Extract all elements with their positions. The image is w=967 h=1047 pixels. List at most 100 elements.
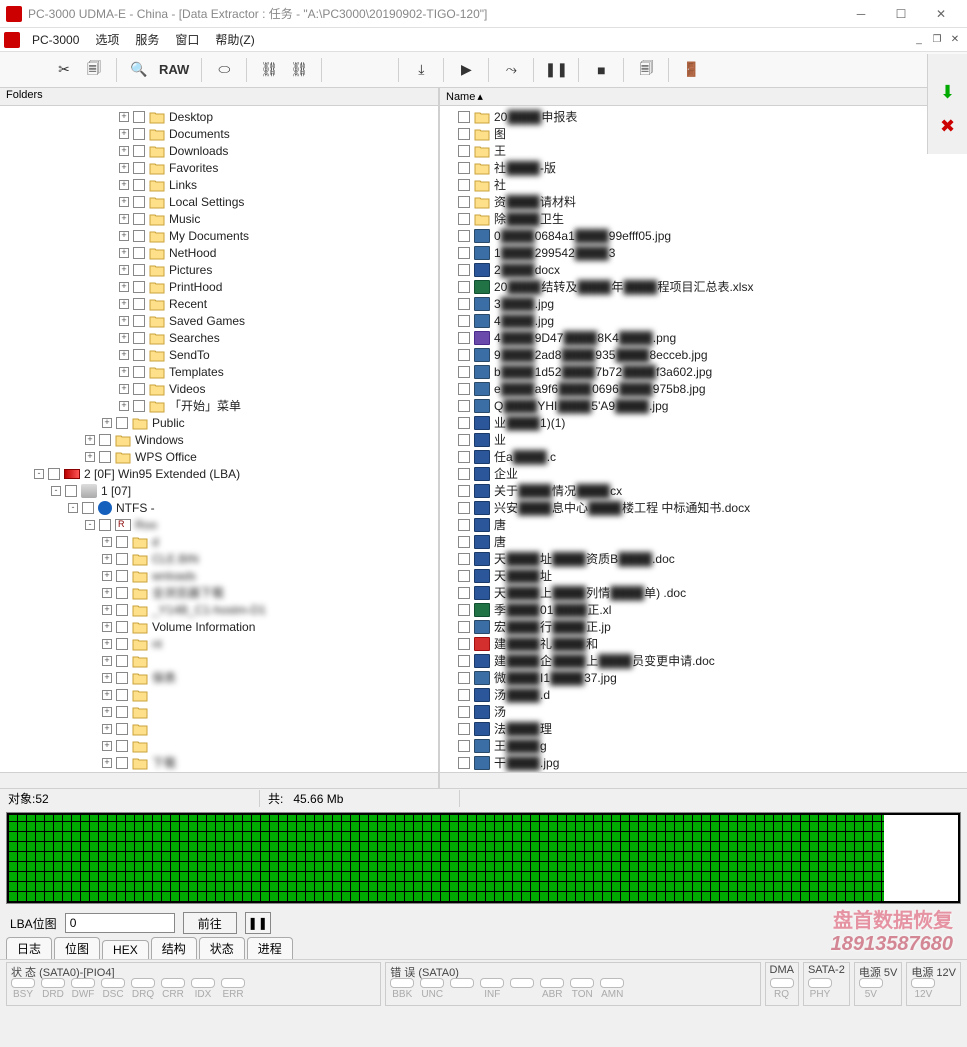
file-row[interactable]: 唐 xyxy=(440,533,967,550)
mdi-close-button[interactable]: ✕ xyxy=(947,32,963,48)
file-checkbox[interactable] xyxy=(458,587,470,599)
tree-checkbox[interactable] xyxy=(99,434,111,446)
tree-checkbox[interactable] xyxy=(133,366,145,378)
tree-checkbox[interactable] xyxy=(116,417,128,429)
file-row[interactable]: 王████g xyxy=(440,737,967,754)
file-row[interactable]: 汤 xyxy=(440,703,967,720)
expand-toggle-icon[interactable]: + xyxy=(119,163,129,173)
raw-button[interactable]: RAW xyxy=(155,56,193,84)
file-row[interactable]: 9████2ad8████935████8ecceb.jpg xyxy=(440,346,967,363)
file-row[interactable]: 微████I1████37.jpg xyxy=(440,669,967,686)
tree-row[interactable]: +Searches xyxy=(0,329,438,346)
tools-icon[interactable]: ✂ xyxy=(50,56,78,84)
expand-toggle-icon[interactable]: + xyxy=(102,690,112,700)
file-row[interactable]: 20████结转及████年████程项目汇总表.xlsx xyxy=(440,278,967,295)
file-row[interactable]: 社 xyxy=(440,176,967,193)
file-row[interactable]: 天████址 xyxy=(440,567,967,584)
tree-checkbox[interactable] xyxy=(133,400,145,412)
file-row[interactable]: 建████礼████和 xyxy=(440,635,967,652)
tree-checkbox[interactable] xyxy=(116,740,128,752)
exit-icon[interactable]: 🚪 xyxy=(677,56,705,84)
tree-row[interactable]: + xyxy=(0,720,438,737)
file-checkbox[interactable] xyxy=(458,366,470,378)
tree-checkbox[interactable] xyxy=(133,264,145,276)
expand-toggle-icon[interactable]: + xyxy=(119,282,129,292)
expand-toggle-icon[interactable]: + xyxy=(119,350,129,360)
expand-toggle-icon[interactable]: + xyxy=(102,673,112,683)
tab-bitmap[interactable]: 位图 xyxy=(54,937,100,959)
drive-sync-icon[interactable]: ⬇ xyxy=(936,80,960,104)
file-checkbox[interactable] xyxy=(458,740,470,752)
expand-toggle-icon[interactable]: - xyxy=(68,503,78,513)
tab-hex[interactable]: HEX xyxy=(102,940,149,959)
tree-row[interactable]: +Public xyxy=(0,414,438,431)
file-checkbox[interactable] xyxy=(458,179,470,191)
tree-checkbox[interactable] xyxy=(133,128,145,140)
folder-tree[interactable]: +Desktop+Documents+Downloads+Favorites+L… xyxy=(0,106,438,772)
expand-toggle-icon[interactable]: + xyxy=(119,367,129,377)
tree-checkbox[interactable] xyxy=(133,349,145,361)
file-hscrollbar[interactable] xyxy=(440,772,967,788)
file-list-header[interactable]: Name ▴ xyxy=(440,88,967,106)
tree-row[interactable]: +SendTo xyxy=(0,346,438,363)
tree-row[interactable]: +Videos xyxy=(0,380,438,397)
expand-toggle-icon[interactable]: + xyxy=(102,605,112,615)
tree-row[interactable]: + xyxy=(0,686,438,703)
expand-toggle-icon[interactable]: + xyxy=(102,622,112,632)
tree-checkbox[interactable] xyxy=(116,655,128,667)
file-checkbox[interactable] xyxy=(458,672,470,684)
menu-app[interactable]: PC-3000 xyxy=(24,31,87,49)
file-row[interactable]: 关于████情况████cx xyxy=(440,482,967,499)
tree-row[interactable]: +Links xyxy=(0,176,438,193)
close-button[interactable]: ✕ xyxy=(921,0,961,28)
file-checkbox[interactable] xyxy=(458,349,470,361)
file-row[interactable]: 天████上████列情████单) .doc xyxy=(440,584,967,601)
file-row[interactable]: 法████理 xyxy=(440,720,967,737)
skip-icon[interactable]: ⤳ xyxy=(497,56,525,84)
tab-log[interactable]: 日志 xyxy=(6,937,52,959)
file-checkbox[interactable] xyxy=(458,162,470,174)
expand-toggle-icon[interactable]: + xyxy=(119,112,129,122)
tree-row[interactable]: -1 [07] xyxy=(0,482,438,499)
pause-icon[interactable]: ❚❚ xyxy=(542,56,570,84)
tree-row[interactable]: +下载 xyxy=(0,754,438,771)
tree-checkbox[interactable] xyxy=(133,281,145,293)
file-row[interactable]: 20████申报表 xyxy=(440,108,967,125)
expand-toggle-icon[interactable]: + xyxy=(119,180,129,190)
file-row[interactable]: e████a9f6████0696████975b8.jpg xyxy=(440,380,967,397)
tree-row[interactable]: +Music xyxy=(0,210,438,227)
export-icon[interactable]: ⤓ xyxy=(407,56,435,84)
expand-toggle-icon[interactable]: + xyxy=(102,707,112,717)
tree-row[interactable]: + xyxy=(0,652,438,669)
file-checkbox[interactable] xyxy=(458,383,470,395)
file-row[interactable]: 汤████.d xyxy=(440,686,967,703)
file-row[interactable]: 2████docx xyxy=(440,261,967,278)
tree-checkbox[interactable] xyxy=(133,213,145,225)
tree-checkbox[interactable] xyxy=(116,604,128,616)
tree-checkbox[interactable] xyxy=(116,757,128,769)
tree-checkbox[interactable] xyxy=(116,536,128,548)
tree-checkbox[interactable] xyxy=(133,162,145,174)
file-checkbox[interactable] xyxy=(458,434,470,446)
tree-checkbox[interactable] xyxy=(116,638,128,650)
file-row[interactable]: Q████YHI████5'A9████.jpg xyxy=(440,397,967,414)
file-row[interactable]: 0████0684a1████99efff05.jpg xyxy=(440,227,967,244)
drive-error-icon[interactable]: ✖ xyxy=(936,114,960,138)
mdi-minimize-button[interactable]: _ xyxy=(911,32,927,48)
tree-row[interactable]: + xyxy=(0,737,438,754)
tree-checkbox[interactable] xyxy=(116,587,128,599)
expand-toggle-icon[interactable]: + xyxy=(119,333,129,343)
file-checkbox[interactable] xyxy=(458,196,470,208)
tree-row[interactable]: +保表 xyxy=(0,669,438,686)
tab-status[interactable]: 状态 xyxy=(199,937,245,959)
expand-toggle-icon[interactable]: + xyxy=(102,656,112,666)
expand-toggle-icon[interactable]: + xyxy=(119,129,129,139)
tab-process[interactable]: 进程 xyxy=(247,937,293,959)
tree-row[interactable]: +_Y14B_C1-hostm-D1 xyxy=(0,601,438,618)
file-checkbox[interactable] xyxy=(458,400,470,412)
expand-toggle-icon[interactable]: + xyxy=(102,741,112,751)
tree-row[interactable]: +Local Settings xyxy=(0,193,438,210)
tree-row[interactable]: +Recent xyxy=(0,295,438,312)
tree-checkbox[interactable] xyxy=(133,111,145,123)
file-row[interactable]: 王 xyxy=(440,142,967,159)
